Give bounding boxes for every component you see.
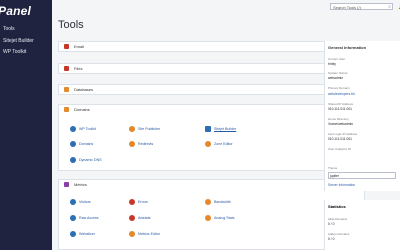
main-area: Tools Search Tools (/) ⌕ 🔔 Email ˅ Files…	[52, 0, 400, 250]
statistics-title: Statistics	[328, 204, 346, 209]
home-dir-value: /home/webadmin	[328, 122, 354, 126]
aliases-label: Alias Domains	[328, 217, 348, 221]
primary-domain-label: Primary Domain	[328, 86, 350, 90]
page-title: Tools	[58, 19, 84, 31]
sidebar-item-sitejet[interactable]: Sitejet Builder	[3, 38, 34, 44]
brand-logo: Panel	[0, 4, 32, 18]
panel-domains: Domains ˄ WP Toolkit Site Publisher Site…	[58, 104, 365, 171]
tool-wp-toolkit[interactable]: WP Toolkit	[70, 126, 96, 132]
account-value: webadmin	[328, 76, 344, 80]
tool-redirects[interactable]: Redirects	[129, 141, 153, 147]
addon-value: 0 / 0	[328, 237, 335, 241]
publisher-icon	[129, 126, 135, 132]
zone-editor-icon	[205, 141, 211, 147]
sitejet-icon	[205, 126, 211, 132]
panel-title: Metrics	[74, 182, 87, 187]
general-information: General Information Current User trinity…	[324, 41, 400, 191]
analytics-label: User Analytics ID	[328, 147, 351, 151]
home-dir-label: Home Directory	[328, 117, 349, 121]
sidebar: Panel Tools Sitejet Builder WP Toolkit	[0, 0, 52, 250]
tool-metrics-editor[interactable]: Metrics Editor	[129, 231, 160, 237]
panel-title: Files	[74, 66, 83, 71]
shared-ip-label: Shared IP Address	[328, 102, 353, 106]
tool-site-publisher[interactable]: Site Publisher	[129, 126, 160, 132]
server-information-link[interactable]: Server Information	[328, 183, 355, 187]
tool-bandwidth[interactable]: Bandwidth	[205, 199, 231, 205]
analog-stats-icon	[205, 215, 211, 221]
panel-metrics-header[interactable]: Metrics ˄	[59, 180, 364, 190]
primary-domain-link[interactable]: webdevelopers.tld	[328, 92, 355, 96]
panel-title: Domains	[74, 107, 90, 112]
panel-title: Databases	[74, 87, 94, 92]
panel-databases[interactable]: Databases ˅	[58, 84, 365, 95]
theme-label: Theme	[328, 166, 338, 170]
search-input[interactable]: Search Tools (/) ⌕	[330, 3, 393, 10]
visitors-icon	[70, 199, 76, 205]
shared-ip-value: 010.111.011.001	[328, 107, 353, 111]
sidebar-item-tools[interactable]: Tools	[3, 26, 15, 32]
statistics: Statistics Alias Domains 0 / 0 Addon Dom…	[324, 200, 400, 250]
panel-title: Email	[74, 44, 85, 49]
bandwidth-icon	[205, 199, 211, 205]
tool-domains[interactable]: Domains	[70, 141, 93, 147]
tool-webalizer[interactable]: Webalizer	[70, 231, 95, 237]
raw-access-icon	[70, 215, 76, 221]
account-label: System Owner	[328, 71, 348, 75]
webalizer-icon	[70, 231, 76, 237]
addon-label: Addon Domains	[328, 232, 350, 236]
general-info-title: General Information	[328, 45, 367, 50]
tool-sitejet-builder[interactable]: Sitejet Builder	[205, 126, 236, 132]
tool-awstats[interactable]: Awstats	[129, 215, 151, 221]
tool-analog-stats[interactable]: Analog Stats	[205, 215, 234, 221]
theme-select[interactable]: jupiter	[328, 172, 396, 179]
tool-zone-editor[interactable]: Zone Editor	[205, 141, 233, 147]
current-user-label: Current User	[328, 57, 346, 61]
metrics-editor-icon	[129, 231, 135, 237]
redirect-icon	[129, 141, 135, 147]
search-icon: ⌕	[388, 4, 391, 10]
current-user-value: trinity	[328, 62, 336, 66]
awstats-icon	[129, 215, 135, 221]
errors-icon	[129, 199, 135, 205]
last-login-value: 010.111.011.001	[328, 137, 353, 141]
search-placeholder: Search Tools (/)	[333, 5, 361, 10]
aliases-value: 0 / 0	[328, 222, 335, 226]
panel-metrics: Metrics ˄ Visitors Errors Bandwidth Raw …	[58, 179, 365, 250]
email-icon	[64, 43, 69, 49]
globe-icon	[70, 141, 76, 147]
tool-raw-access[interactable]: Raw Access	[70, 215, 99, 221]
tool-errors[interactable]: Errors	[129, 199, 148, 205]
last-login-label: Last Login IP Address	[328, 132, 358, 136]
tool-dynamic-dns[interactable]: Dynamic DNS	[70, 157, 102, 163]
database-icon	[64, 86, 69, 92]
panel-files[interactable]: Files ˅	[58, 63, 365, 74]
dns-icon	[70, 157, 76, 163]
domains-icon	[64, 106, 69, 112]
wordpress-icon	[70, 126, 76, 132]
panel-domains-header[interactable]: Domains ˄	[59, 105, 364, 115]
panel-email[interactable]: Email ˅	[58, 41, 365, 52]
files-icon	[64, 65, 69, 71]
sidebar-item-wp-toolkit[interactable]: WP Toolkit	[3, 49, 26, 55]
tool-visitors[interactable]: Visitors	[70, 199, 91, 205]
metrics-icon	[64, 181, 69, 187]
